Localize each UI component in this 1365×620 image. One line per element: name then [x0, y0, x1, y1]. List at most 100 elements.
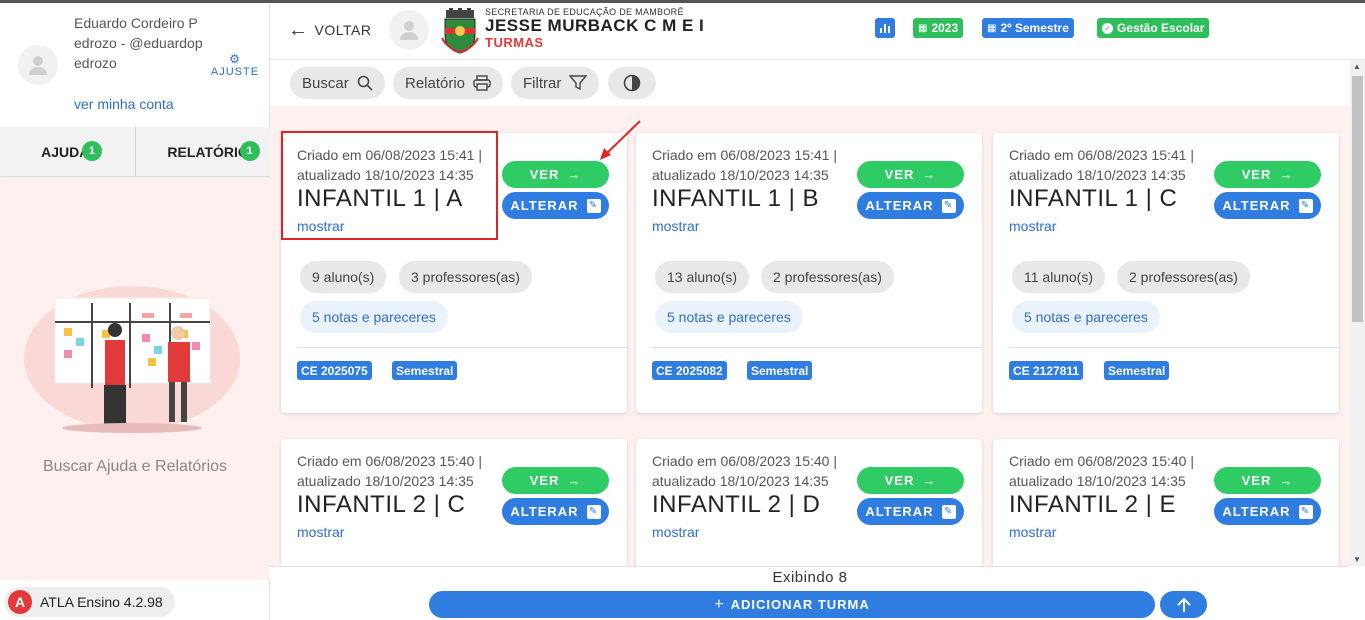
- tab-ajuda-badge: 1: [82, 141, 102, 161]
- class-code-tag: CE 2127811: [1009, 361, 1084, 380]
- show-link[interactable]: mostrar: [297, 524, 344, 540]
- class-title: INFANTIL 2 | D: [652, 491, 821, 518]
- chart-icon: [880, 24, 890, 33]
- year-chip[interactable]: ▦ 2023: [913, 18, 964, 38]
- view-button[interactable]: VER →: [857, 161, 964, 188]
- printer-icon: [473, 75, 491, 91]
- version-badge[interactable]: A ATLA Ensino 4.2.98: [4, 587, 175, 617]
- toolbar: Buscar Relatório Filtrar: [270, 60, 1350, 106]
- scrollbar-thumb[interactable]: [1352, 76, 1363, 322]
- arrow-right-icon: →: [922, 473, 937, 488]
- updated-date: atualizado 18/10/2023 14:35: [297, 473, 474, 489]
- edit-label: ALTERAR: [1222, 504, 1291, 519]
- filter-icon: [569, 75, 588, 91]
- edit-button[interactable]: ALTERAR ✎: [502, 498, 609, 525]
- notes-pill[interactable]: 5 notas e pareceres: [655, 301, 803, 333]
- show-link[interactable]: mostrar: [1009, 218, 1056, 234]
- edit-icon: ✎: [586, 198, 601, 213]
- user-avatar[interactable]: [18, 45, 58, 85]
- add-class-label: ADICIONAR TURMA: [730, 597, 870, 612]
- management-chip[interactable]: ✓ Gestão Escolar: [1097, 18, 1210, 38]
- updated-date: atualizado 18/10/2023 14:35: [652, 473, 829, 489]
- arrow-right-icon: →: [1279, 167, 1294, 182]
- card-dates: Criado em 06/08/2023 15:40 | atualizado …: [652, 451, 857, 491]
- edit-icon: ✎: [1298, 504, 1313, 519]
- class-card: Criado em 06/08/2023 15:40 | atualizado …: [993, 439, 1339, 566]
- teachers-pill[interactable]: 2 professores(as): [1117, 261, 1250, 293]
- arrow-right-icon: →: [567, 473, 582, 488]
- view-label: VER: [529, 167, 560, 182]
- view-button[interactable]: VER →: [1214, 161, 1321, 188]
- updated-date: atualizado 18/10/2023 14:35: [1009, 473, 1186, 489]
- edit-button[interactable]: ALTERAR ✎: [1214, 192, 1321, 219]
- settings-button[interactable]: ⚙ AJUSTE: [208, 53, 262, 78]
- period-tag: Semestral: [1104, 361, 1170, 380]
- edit-button[interactable]: ALTERAR ✎: [502, 192, 609, 219]
- card-dates: Criado em 06/08/2023 15:40 | atualizado …: [1009, 451, 1214, 491]
- gear-icon: ⚙: [229, 52, 241, 66]
- updated-date: atualizado 18/10/2023 14:35: [652, 167, 829, 183]
- card-dates: Criado em 06/08/2023 15:41 | atualizado …: [652, 145, 857, 185]
- add-class-button[interactable]: + ADICIONAR TURMA: [429, 591, 1155, 618]
- view-button[interactable]: VER →: [1214, 467, 1321, 494]
- show-link[interactable]: mostrar: [652, 218, 699, 234]
- view-button[interactable]: VER →: [857, 467, 964, 494]
- students-pill[interactable]: 9 aluno(s): [300, 261, 387, 293]
- class-code-tag: CE 2025075: [297, 361, 372, 380]
- edit-button[interactable]: ALTERAR ✎: [857, 498, 964, 525]
- report-button[interactable]: Relatório: [393, 67, 504, 99]
- edit-button[interactable]: ALTERAR ✎: [857, 192, 964, 219]
- students-pill[interactable]: 11 aluno(s): [1012, 261, 1106, 293]
- notes-pill[interactable]: 5 notas e pareceres: [1012, 301, 1160, 333]
- view-button[interactable]: VER →: [502, 161, 609, 188]
- notes-pill[interactable]: 5 notas e pareceres: [300, 301, 448, 333]
- content-scrollbar[interactable]: ▲ ▼: [1350, 60, 1365, 566]
- class-card: Criado em 06/08/2023 15:41 | atualizado …: [993, 133, 1339, 413]
- tab-relatorios-badge: 1: [239, 141, 260, 161]
- settings-label: AJUSTE: [210, 66, 260, 78]
- filter-button[interactable]: Filtrar: [511, 67, 600, 99]
- edit-label: ALTERAR: [510, 504, 579, 519]
- school-avatar[interactable]: [389, 10, 429, 50]
- calendar-icon: ▦: [987, 22, 997, 34]
- created-date: Criado em 06/08/2023 15:40 |: [297, 453, 482, 469]
- show-link[interactable]: mostrar: [652, 524, 699, 540]
- card-divider: [297, 347, 627, 348]
- semester-chip[interactable]: ▦ 2º Semestre: [982, 18, 1074, 38]
- scroll-down-icon[interactable]: ▼: [1353, 555, 1361, 564]
- class-code-tag: CE 2025082: [652, 361, 727, 380]
- section-title: TURMAS: [485, 35, 544, 50]
- view-button[interactable]: VER →: [502, 467, 609, 494]
- year-label: 2023: [931, 21, 959, 35]
- version-label: ATLA Ensino 4.2.98: [40, 594, 163, 610]
- scroll-top-button[interactable]: [1160, 591, 1207, 618]
- annotation-highlight-box: [281, 131, 498, 240]
- header: ← VOLTAR SECRETARIA DE EDUCAÇÃO DE MAMBO…: [270, 3, 1365, 60]
- show-link[interactable]: mostrar: [1009, 524, 1056, 540]
- class-card: Criado em 06/08/2023 15:40 | atualizado …: [281, 439, 627, 566]
- card-dates: Criado em 06/08/2023 15:41 | atualizado …: [1009, 145, 1214, 185]
- stats-chip[interactable]: [875, 18, 895, 38]
- contrast-toggle[interactable]: [608, 67, 656, 99]
- students-pill[interactable]: 13 aluno(s): [655, 261, 750, 293]
- back-button[interactable]: ← VOLTAR: [288, 20, 371, 40]
- updated-date: atualizado 18/10/2023 14:35: [1009, 167, 1186, 183]
- help-illustration: [24, 286, 240, 433]
- contrast-icon: [623, 74, 641, 92]
- teachers-pill[interactable]: 3 professores(as): [399, 261, 532, 293]
- check-icon: ✓: [1102, 22, 1113, 34]
- view-label: VER: [1241, 167, 1272, 182]
- edit-button[interactable]: ALTERAR ✎: [1214, 498, 1321, 525]
- created-date: Criado em 06/08/2023 15:40 |: [652, 453, 837, 469]
- search-button[interactable]: Buscar: [290, 67, 385, 99]
- user-area: Eduardo Cordeiro Pedrozo - @eduardopedro…: [0, 3, 270, 127]
- tab-relatorios[interactable]: RELATÓRIOS 1: [134, 127, 271, 176]
- help-panel: Buscar Ajuda e Relatórios: [0, 178, 270, 580]
- sidebar-tabs: AJUDA 1 RELATÓRIOS 1: [0, 127, 270, 177]
- tab-ajuda[interactable]: AJUDA 1: [0, 127, 135, 176]
- view-label: VER: [1241, 473, 1272, 488]
- scroll-up-icon[interactable]: ▲: [1353, 62, 1361, 71]
- created-date: Criado em 06/08/2023 15:41 |: [1009, 147, 1194, 163]
- teachers-pill[interactable]: 2 professores(as): [761, 261, 894, 293]
- account-link[interactable]: ver minha conta: [74, 96, 174, 112]
